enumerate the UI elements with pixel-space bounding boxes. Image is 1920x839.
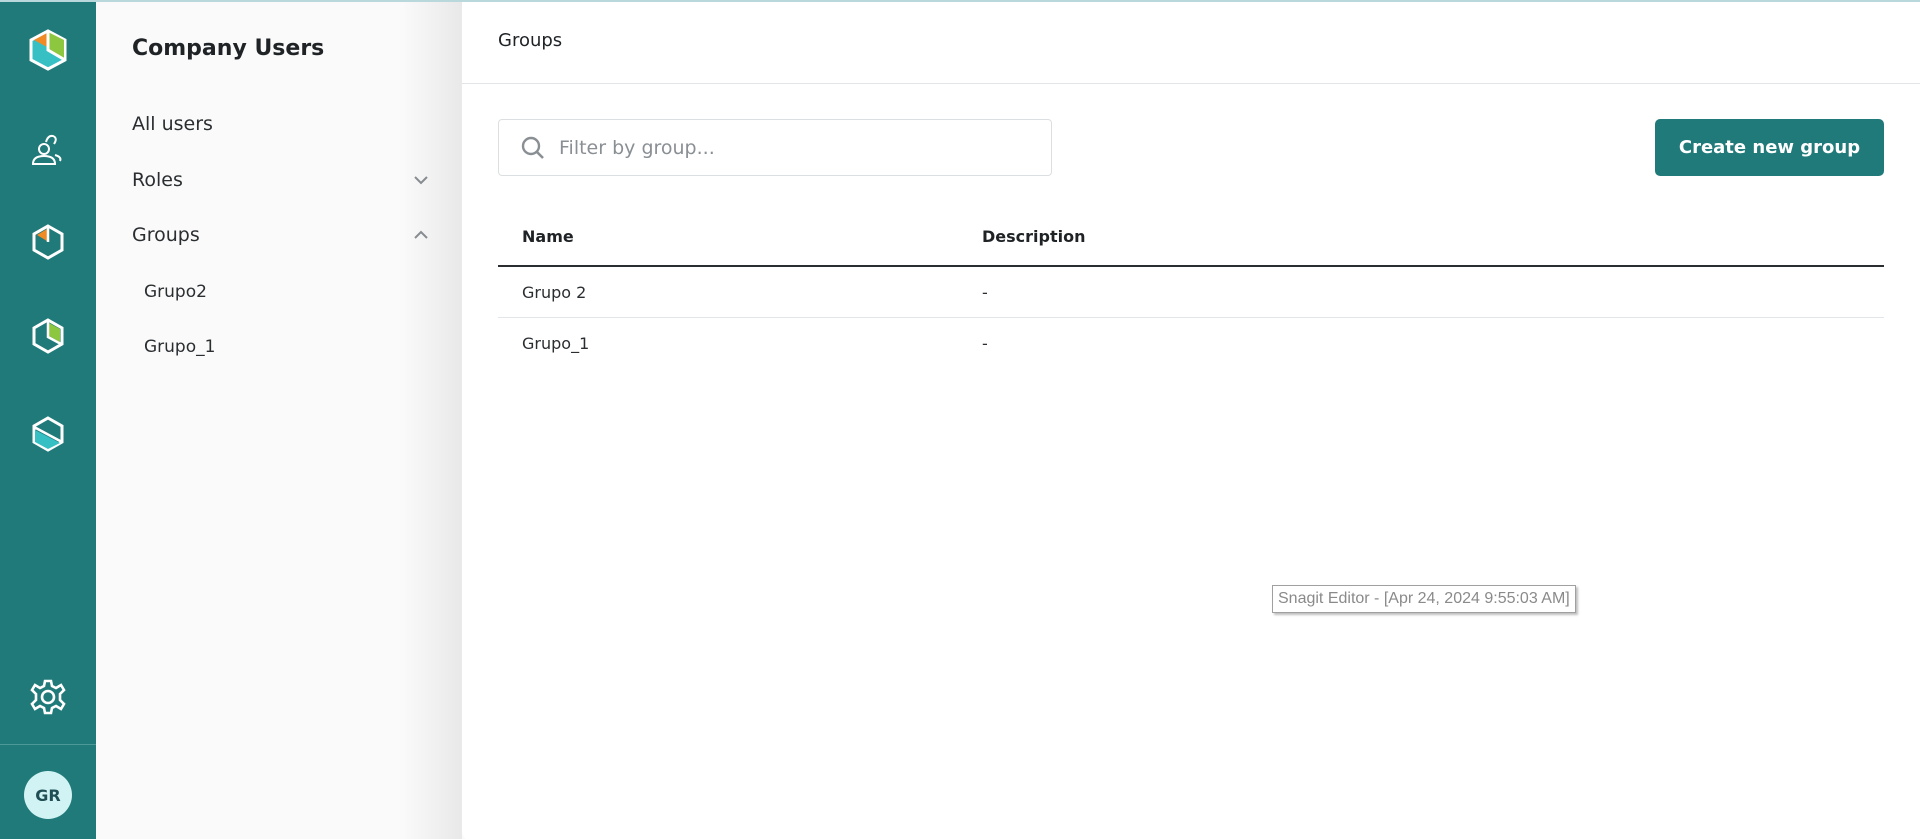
subnav-title: Company Users bbox=[132, 36, 325, 61]
table-row[interactable]: Grupo_1 - bbox=[498, 318, 1884, 369]
nav-item-label: All users bbox=[132, 113, 213, 135]
nav-item-label: Roles bbox=[132, 169, 183, 191]
main-panel: Groups Create new group Name Description… bbox=[462, 2, 1920, 839]
search-box[interactable] bbox=[498, 119, 1052, 176]
avatar[interactable]: GR bbox=[24, 771, 72, 819]
product-green-icon[interactable] bbox=[28, 316, 68, 356]
cell-name: Grupo 2 bbox=[522, 282, 587, 302]
nav-item-roles[interactable]: Roles bbox=[132, 169, 432, 191]
app-logo-icon[interactable] bbox=[28, 29, 68, 71]
rail-divider bbox=[0, 744, 96, 745]
nav-item-label: Groups bbox=[132, 224, 200, 246]
create-new-group-button[interactable]: Create new group bbox=[1655, 119, 1884, 176]
nav-group-grupo2[interactable]: Grupo2 bbox=[144, 282, 207, 302]
search-icon bbox=[521, 136, 544, 159]
gear-icon[interactable] bbox=[28, 677, 68, 717]
nav-item-all-users[interactable]: All users bbox=[132, 113, 432, 135]
company-users-nav: Company Users All users Roles Groups Gru… bbox=[96, 2, 462, 839]
users-icon[interactable] bbox=[28, 130, 68, 170]
cell-description: - bbox=[982, 282, 988, 302]
groups-table: Name Description Grupo 2 - Grupo_1 - bbox=[498, 207, 1884, 369]
chevron-up-icon[interactable] bbox=[410, 224, 432, 246]
product-orange-icon[interactable] bbox=[28, 222, 68, 262]
icon-rail: GR bbox=[0, 2, 96, 839]
cell-description: - bbox=[982, 334, 988, 353]
product-cyan-icon[interactable] bbox=[28, 414, 68, 454]
page-title: Groups bbox=[462, 2, 1920, 84]
column-header-name[interactable]: Name bbox=[498, 227, 982, 246]
column-header-description[interactable]: Description bbox=[982, 227, 1884, 246]
nav-item-groups[interactable]: Groups bbox=[132, 224, 432, 246]
table-row[interactable]: Grupo 2 - bbox=[498, 267, 1884, 318]
nav-group-grupo-1[interactable]: Grupo_1 bbox=[144, 337, 215, 357]
table-header: Name Description bbox=[498, 207, 1884, 267]
tooltip: Snagit Editor - [Apr 24, 2024 9:55:03 AM… bbox=[1272, 585, 1576, 613]
cell-name: Grupo_1 bbox=[522, 334, 590, 353]
search-input[interactable] bbox=[559, 136, 1039, 159]
chevron-down-icon[interactable] bbox=[410, 169, 432, 191]
